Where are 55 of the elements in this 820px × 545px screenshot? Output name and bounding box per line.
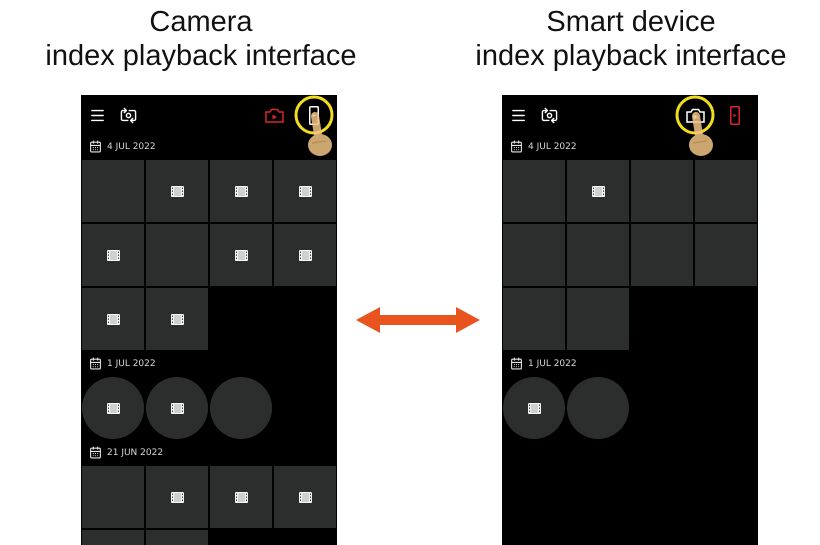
switch-camera-icon[interactable] bbox=[541, 106, 558, 124]
thumbnail[interactable] bbox=[631, 224, 693, 286]
film-icon bbox=[106, 402, 120, 414]
thumbnail[interactable] bbox=[210, 160, 272, 222]
date-label: 1 JUL 2022 bbox=[107, 358, 156, 368]
thumbnail[interactable] bbox=[631, 160, 693, 222]
film-icon bbox=[170, 314, 184, 324]
thumbnail[interactable] bbox=[695, 224, 757, 286]
thumbnail[interactable] bbox=[210, 466, 272, 528]
date-label: 4 JUL 2022 bbox=[528, 142, 577, 152]
film-icon bbox=[234, 492, 248, 502]
thumbnail[interactable] bbox=[503, 288, 565, 350]
film-icon bbox=[170, 492, 184, 502]
switch-camera-icon[interactable] bbox=[120, 106, 137, 124]
film-icon bbox=[170, 402, 184, 414]
thumbnail[interactable] bbox=[274, 224, 336, 286]
thumbnail[interactable] bbox=[82, 224, 144, 286]
thumbnail[interactable] bbox=[274, 466, 336, 528]
film-icon bbox=[298, 186, 312, 196]
thumbnail[interactable] bbox=[695, 160, 757, 222]
caption-text: Smart device bbox=[546, 5, 716, 39]
date-label: 21 JUN 2022 bbox=[107, 448, 164, 458]
calendar-icon bbox=[89, 446, 102, 459]
calendar-icon bbox=[89, 357, 102, 370]
film-icon bbox=[592, 186, 604, 196]
film-icon bbox=[528, 402, 540, 414]
film-icon bbox=[106, 314, 120, 324]
calendar-icon bbox=[510, 140, 523, 153]
film-icon bbox=[298, 250, 312, 260]
thumbnail[interactable] bbox=[567, 160, 629, 222]
film-icon bbox=[298, 492, 312, 502]
thumbnail[interactable] bbox=[274, 160, 336, 222]
caption-text: index playback interface bbox=[45, 39, 357, 73]
film-icon bbox=[106, 250, 120, 260]
thumbnail[interactable] bbox=[82, 160, 144, 222]
film-icon bbox=[170, 186, 184, 196]
calendar-icon bbox=[510, 357, 523, 370]
film-icon bbox=[234, 186, 248, 196]
thumbnail[interactable] bbox=[146, 160, 208, 222]
thumbnail[interactable] bbox=[146, 466, 208, 528]
thumbnail[interactable] bbox=[503, 224, 565, 286]
thumbnail[interactable] bbox=[210, 224, 272, 286]
caption-text: Camera bbox=[149, 5, 253, 39]
thumbnail[interactable] bbox=[567, 224, 629, 286]
calendar-icon bbox=[89, 140, 102, 153]
thumbnail[interactable] bbox=[82, 466, 144, 528]
thumbnail[interactable] bbox=[146, 224, 208, 286]
thumbnail[interactable] bbox=[567, 288, 629, 350]
date-label: 1 JUL 2022 bbox=[528, 358, 577, 368]
thumbnail[interactable] bbox=[82, 288, 144, 350]
caption-text: index playback interface bbox=[475, 39, 787, 73]
date-label: 4 JUL 2022 bbox=[107, 142, 156, 152]
film-icon bbox=[234, 250, 248, 260]
thumbnail[interactable] bbox=[503, 160, 565, 222]
thumbnail[interactable] bbox=[146, 288, 208, 350]
